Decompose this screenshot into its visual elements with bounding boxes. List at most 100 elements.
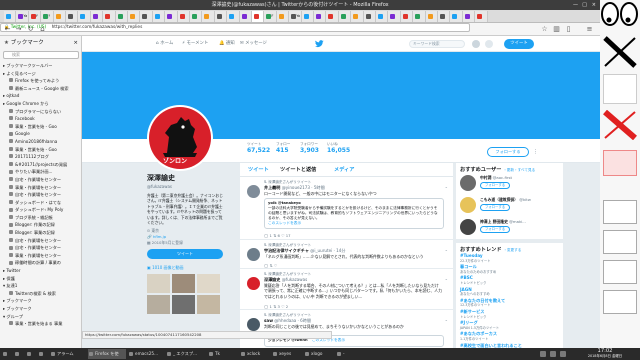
browser-tab[interactable]	[152, 11, 166, 22]
desktop-item-thumbnail[interactable]	[603, 260, 637, 284]
quoted-tweet[interactable]: yolk @tanakeyo 一部の法科大学院受験者から予備試験をするとかを設け…	[264, 198, 444, 229]
browser-tab[interactable]: F	[264, 11, 277, 22]
desktop-item-thumbnail[interactable]	[603, 290, 637, 314]
twitter-logo-icon[interactable]	[315, 40, 324, 48]
compose-tweet-button[interactable]: ツイート	[504, 39, 534, 49]
bookmark-item[interactable]: ▾ グループ	[0, 313, 81, 321]
bookmark-item[interactable]: 最新ニュース - Google 検索	[0, 85, 81, 93]
taskbar-item[interactable]: アラーム	[50, 349, 86, 359]
nav-moments[interactable]: ⚡ モーメント	[182, 36, 208, 52]
bookmark-item[interactable]: ダッシュボード・はてな	[0, 199, 81, 207]
chevron-down-icon[interactable]: ⌄	[445, 276, 448, 281]
trend-item[interactable]: #Tuesday 22.3万件のツイート	[456, 253, 563, 264]
sidebar-close-button[interactable]: ×	[73, 36, 78, 50]
suggestion-item[interactable]: 中村潤 @aoc-first フォローする	[460, 174, 560, 194]
browser-tab[interactable]	[400, 11, 414, 22]
browser-tab[interactable]	[140, 11, 153, 22]
browser-tab[interactable]	[363, 11, 376, 22]
bookmark-item[interactable]: Firefox を使ってみよう	[0, 77, 81, 85]
library-icon[interactable]: ▥	[552, 25, 561, 34]
bookmark-item[interactable]: Google	[0, 130, 81, 138]
media-thumbnail[interactable]	[147, 295, 170, 315]
browser-tab[interactable]	[4, 11, 17, 22]
account-avatar[interactable]	[472, 40, 480, 48]
taskbar-item[interactable]	[2, 349, 12, 359]
tweet[interactable]: ⇅ 深澤諭史さんがリツイート 深澤諭史 @fukazawas ⌄ 質疑応答「人を…	[240, 270, 453, 310]
browser-tab[interactable]	[202, 11, 215, 22]
trend-item[interactable]: #BSC トレンドトピック	[456, 275, 563, 286]
reload-button[interactable]: ↻	[26, 25, 35, 34]
taskbar-item[interactable]: Firefox を使	[88, 349, 126, 359]
menu-button[interactable]: ≡	[585, 25, 594, 34]
browser-tab[interactable]: Ya	[16, 11, 29, 22]
home-button[interactable]: ⌂	[38, 25, 47, 34]
tweet[interactable]: ⇅ 深澤諭史さんがリツイート 井上義明 @yinoue2173 · 5時間 ⌄ …	[240, 178, 453, 240]
trend-item[interactable]: #あなたのポーカス 1.1万件のツイート	[456, 331, 563, 342]
bookmark-item[interactable]: 事業・作業場をセンター	[0, 252, 81, 260]
network-icon[interactable]	[550, 351, 556, 357]
tweet-actions[interactable]: ◯ 1 ⇅ 3 ♡ 2	[264, 304, 288, 309]
browser-tab[interactable]	[326, 11, 339, 22]
browser-tab[interactable]	[301, 11, 314, 22]
nav-notifications[interactable]: 🔔 通知	[219, 36, 235, 52]
browser-tab[interactable]: Ya	[289, 11, 302, 22]
suggestion-avatar[interactable]	[460, 219, 476, 235]
stat-following[interactable]: フォロー 415	[276, 142, 302, 154]
suggestion-follow-button[interactable]: フォローする	[480, 182, 510, 189]
taskbar-item[interactable]: _ エクスプ...	[166, 349, 206, 359]
browser-tab[interactable]: ﾁ	[41, 11, 54, 22]
media-link[interactable]: ▣ 1010 画像と動画	[147, 265, 223, 271]
forward-button[interactable]: →	[14, 25, 23, 34]
bookmark-item[interactable]: &#20171//projectsの発展	[0, 161, 81, 169]
bookmark-item[interactable]: Facebook	[0, 115, 81, 123]
clock[interactable]: 17:02 2018年6月8日 金曜日	[572, 348, 638, 360]
bookmark-item[interactable]: 事業・営業を始 - Goo	[0, 146, 81, 154]
desktop-item-screenshot[interactable]	[603, 74, 637, 104]
browser-tab[interactable]	[425, 11, 438, 22]
taskbar-item[interactable]: xclock	[240, 349, 270, 359]
taskbar-item[interactable]	[38, 349, 48, 359]
bookmark-item[interactable]: 稼働時間の計算 / 事業の	[0, 259, 81, 267]
desktop-item-thumbnail[interactable]	[603, 150, 637, 176]
browser-tab[interactable]	[376, 11, 389, 22]
volume-icon[interactable]	[540, 351, 546, 357]
stat-tweets[interactable]: ツイート 67,522	[247, 142, 273, 154]
media-thumbnail[interactable]	[172, 274, 195, 294]
stat-followers[interactable]: フォロワー 3,903	[300, 142, 326, 154]
browser-tab[interactable]	[388, 11, 401, 22]
bookmark-item[interactable]: やりたい事業計画...	[0, 168, 81, 176]
tweet[interactable]: ⇅ 深澤諭史さんがリツイート saw @hhedaaa · 6時間 ⌄ 判断の同…	[240, 311, 453, 348]
browser-tab[interactable]	[438, 11, 451, 22]
media-thumbnail[interactable]	[147, 274, 170, 294]
bookmark-item[interactable]: Twitterの検索 & 検索	[0, 290, 81, 298]
tab-media[interactable]: メディア	[334, 163, 354, 177]
bookmark-item[interactable]: 自宅・作業場をセンター	[0, 191, 81, 199]
taskbar-item[interactable]: emacs25...	[128, 349, 164, 359]
browser-tab[interactable]	[276, 11, 290, 22]
nav-home[interactable]: ⌂ ホーム	[156, 36, 173, 52]
bookmark-item[interactable]: 事業・営業を始 - Goo	[0, 123, 81, 131]
trend-item[interactable]: #あなたの日付を教えて 12.3万件のツイート	[456, 298, 563, 309]
window-titlebar[interactable]: 深澤諭史(@fukazawas)さん | Twitterからの後付けツイート -…	[0, 0, 600, 10]
suggestion-name[interactable]: 中村潤 @aoc-first	[480, 175, 512, 181]
bookmark-item[interactable]: ▸ ブックマーク	[0, 297, 81, 305]
taskbar-item[interactable]	[26, 349, 36, 359]
stat-likes[interactable]: いいね 16,055	[327, 142, 353, 154]
chevron-down-icon[interactable]: ⌄	[445, 184, 448, 189]
tray-icon[interactable]	[560, 351, 566, 357]
bookmark-item[interactable]: ▾ 友達1	[0, 282, 81, 290]
bookmark-item[interactable]: 自宅・作業場をセンター	[0, 237, 81, 245]
tweet-avatar[interactable]	[247, 277, 260, 290]
bookmark-item[interactable]: 自宅・作業場をセンター	[0, 244, 81, 252]
bookmark-item[interactable]: ▸ ブックマークツールバー	[0, 62, 81, 70]
bookmark-item[interactable]: Blogger: 事業の記録	[0, 229, 81, 237]
bookmark-item[interactable]: プログラマーにならない	[0, 108, 81, 116]
nav-messages[interactable]: ✉ メッセージ	[240, 36, 267, 52]
media-thumbnail[interactable]	[172, 295, 195, 315]
chevron-down-icon[interactable]: ⌄	[445, 317, 448, 322]
media-thumbnail[interactable]	[197, 274, 220, 294]
tweet-actions[interactable]: ◯ ⇅ ♡	[264, 263, 277, 268]
tweet-actions[interactable]: ◯ 1 ⇅ 6 ♡ 17	[264, 233, 291, 238]
bookmark-item[interactable]: ▸ ojtkad	[0, 92, 81, 100]
browser-tab[interactable]	[90, 11, 104, 22]
